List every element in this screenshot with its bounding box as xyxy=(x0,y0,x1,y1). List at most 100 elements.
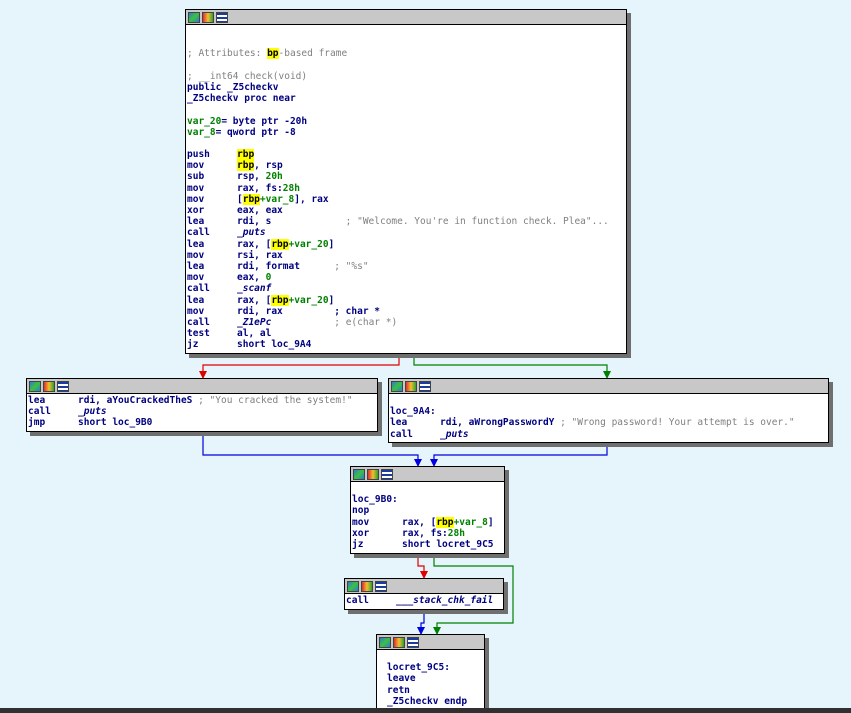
node-header[interactable] xyxy=(186,10,626,25)
code-line[interactable]: mov rbp, rsp xyxy=(187,160,625,172)
mnemonic: lea xyxy=(187,294,205,306)
node-color-icon[interactable] xyxy=(361,580,373,592)
label-text: _Z5checkv proc near xyxy=(187,93,296,105)
code-line[interactable] xyxy=(187,104,625,115)
node-header[interactable] xyxy=(377,635,484,650)
code-line[interactable]: test al, al xyxy=(187,328,625,339)
operand: ], rax xyxy=(294,193,329,205)
code-line[interactable]: call ___stack_chk_fail xyxy=(346,595,502,606)
highlighted-token: rbp xyxy=(271,294,289,306)
code-line[interactable]: mov rax, fs:28h xyxy=(187,183,625,194)
stack-var-def: = byte ptr -20h xyxy=(221,115,308,127)
graph-overview-icon[interactable] xyxy=(391,380,403,392)
code-line[interactable]: loc_9A4: xyxy=(390,406,827,417)
code-line[interactable]: lea rax, [rbp+var_20] xyxy=(187,294,625,306)
code-line[interactable] xyxy=(187,60,625,71)
node-header[interactable] xyxy=(345,579,503,594)
operand: ] xyxy=(328,238,335,250)
text-view-icon[interactable] xyxy=(375,580,387,592)
code-line[interactable] xyxy=(187,26,625,37)
code-line[interactable]: public _Z5checkv xyxy=(187,82,625,93)
code-line[interactable]: ; Attributes: bp-based frame xyxy=(187,48,625,60)
node-header[interactable] xyxy=(27,379,377,394)
graph-overview-icon[interactable] xyxy=(347,580,359,592)
code-line[interactable]: nop xyxy=(352,505,503,516)
node-stack-chk[interactable]: call ___stack_chk_fail xyxy=(344,578,504,610)
code-line[interactable]: jmp short loc_9B0 xyxy=(28,417,376,428)
code-line[interactable]: sub rsp, 20h xyxy=(187,171,625,182)
node-check-entry[interactable]: ; Attributes: bp-based frame ; __int64 c… xyxy=(185,9,627,354)
code-line[interactable]: call _puts xyxy=(187,227,625,238)
node-header[interactable] xyxy=(389,379,828,394)
code-line[interactable]: push rbp xyxy=(187,149,625,161)
code-line[interactable]: mov [rbp+var_8], rax xyxy=(187,193,625,205)
comment-text: ; e(char *) xyxy=(334,316,398,328)
node-color-icon[interactable] xyxy=(393,636,405,648)
node-header[interactable] xyxy=(351,467,504,482)
code-line[interactable]: mov rax, [rbp+var_8] xyxy=(352,516,503,528)
node-cracked[interactable]: lea rdi, aYouCrackedTheS ; "You cracked t… xyxy=(26,378,378,432)
mnemonic: sub xyxy=(187,171,205,183)
node-loc-9b0[interactable]: loc_9B0: nop mov rax, [rbp+var_8] xor rax, fs… xyxy=(350,466,505,554)
code-line[interactable]: lea rdi, aYouCrackedTheS ; "You cracked t… xyxy=(28,395,376,406)
code-line[interactable]: lea rdi, aWrongPasswordY ; "Wrong passwor… xyxy=(390,417,827,428)
code-line[interactable] xyxy=(390,395,827,406)
code-line[interactable]: ; __int64 check(void) xyxy=(187,71,625,82)
graph-overview-icon[interactable] xyxy=(29,380,41,392)
code-line[interactable]: locret_9C5: xyxy=(387,662,483,673)
node-locret-9c5[interactable]: locret_9C5: leave retn _Z5checkv endp xyxy=(376,634,485,713)
code-line[interactable]: lea rdi, format ; "%s" xyxy=(187,261,625,272)
text-view-icon[interactable] xyxy=(419,380,431,392)
mnemonic: nop xyxy=(352,505,370,517)
bottom-scrollbar[interactable] xyxy=(0,708,851,713)
node-color-icon[interactable] xyxy=(202,11,214,23)
mnemonic: lea xyxy=(187,260,205,272)
code-line[interactable]: _Z5checkv endp xyxy=(387,696,483,707)
operand: eax, xyxy=(237,272,266,284)
code-line[interactable]: xor rax, fs:28h xyxy=(352,528,503,539)
code-line[interactable]: _Z5checkv proc near xyxy=(187,93,625,104)
code-line[interactable]: xor eax, eax xyxy=(187,205,625,216)
text-view-icon[interactable] xyxy=(381,468,393,480)
operand: eax, eax xyxy=(237,205,283,216)
code-line[interactable]: jz short loc_9A4 xyxy=(187,339,625,350)
code-line[interactable] xyxy=(387,651,483,662)
code-line[interactable] xyxy=(187,138,625,149)
text-view-icon[interactable] xyxy=(216,11,228,23)
operand xyxy=(271,317,334,328)
graph-overview-icon[interactable] xyxy=(379,636,391,648)
code-line[interactable] xyxy=(187,37,625,48)
code-line[interactable]: call _puts xyxy=(390,429,827,440)
mnemonic: mov xyxy=(187,193,205,205)
code-line[interactable] xyxy=(352,483,503,494)
code-line[interactable]: mov eax, 0 xyxy=(187,272,625,283)
node-color-icon[interactable] xyxy=(367,468,379,480)
text-view-icon[interactable] xyxy=(57,380,69,392)
code-line[interactable]: retn xyxy=(387,685,483,696)
node-loc-9a4[interactable]: loc_9A4: lea rdi, aWrongPasswordY ; "Wrong… xyxy=(388,378,829,443)
code-line[interactable]: mov rsi, rax xyxy=(187,250,625,261)
code-line[interactable]: loc_9B0: xyxy=(352,494,503,505)
code-line[interactable]: mov rdi, rax ; char * xyxy=(187,306,625,317)
code-line[interactable]: var_8= qword ptr -8 xyxy=(187,127,625,138)
node-color-icon[interactable] xyxy=(405,380,417,392)
comment-text: ; Attributes: xyxy=(187,48,268,60)
code-line[interactable]: call _puts xyxy=(28,406,376,417)
text-view-icon[interactable] xyxy=(407,636,419,648)
code-line[interactable]: lea rdi, s ; "Welcome. You're in function… xyxy=(187,216,625,227)
label-text: public _Z5checkv xyxy=(187,81,279,93)
code-line[interactable]: var_20= byte ptr -20h xyxy=(187,116,625,127)
graph-overview-icon[interactable] xyxy=(188,11,200,23)
highlighted-token: rbp xyxy=(271,238,289,250)
node-body: call ___stack_chk_fail xyxy=(345,594,503,607)
code-line[interactable]: jz short locret_9C5 xyxy=(352,539,503,550)
operand: +var_20 xyxy=(288,294,329,306)
operand: _puts xyxy=(237,227,266,239)
code-line[interactable]: call _scanf xyxy=(187,283,625,294)
code-line[interactable]: lea rax, [rbp+var_20] xyxy=(187,238,625,250)
graph-overview-icon[interactable] xyxy=(353,468,365,480)
code-line[interactable]: call _Z1ePc ; e(char *) xyxy=(187,317,625,328)
node-color-icon[interactable] xyxy=(43,380,55,392)
code-line[interactable]: leave xyxy=(387,673,483,684)
operand: rdi, s xyxy=(237,216,346,228)
